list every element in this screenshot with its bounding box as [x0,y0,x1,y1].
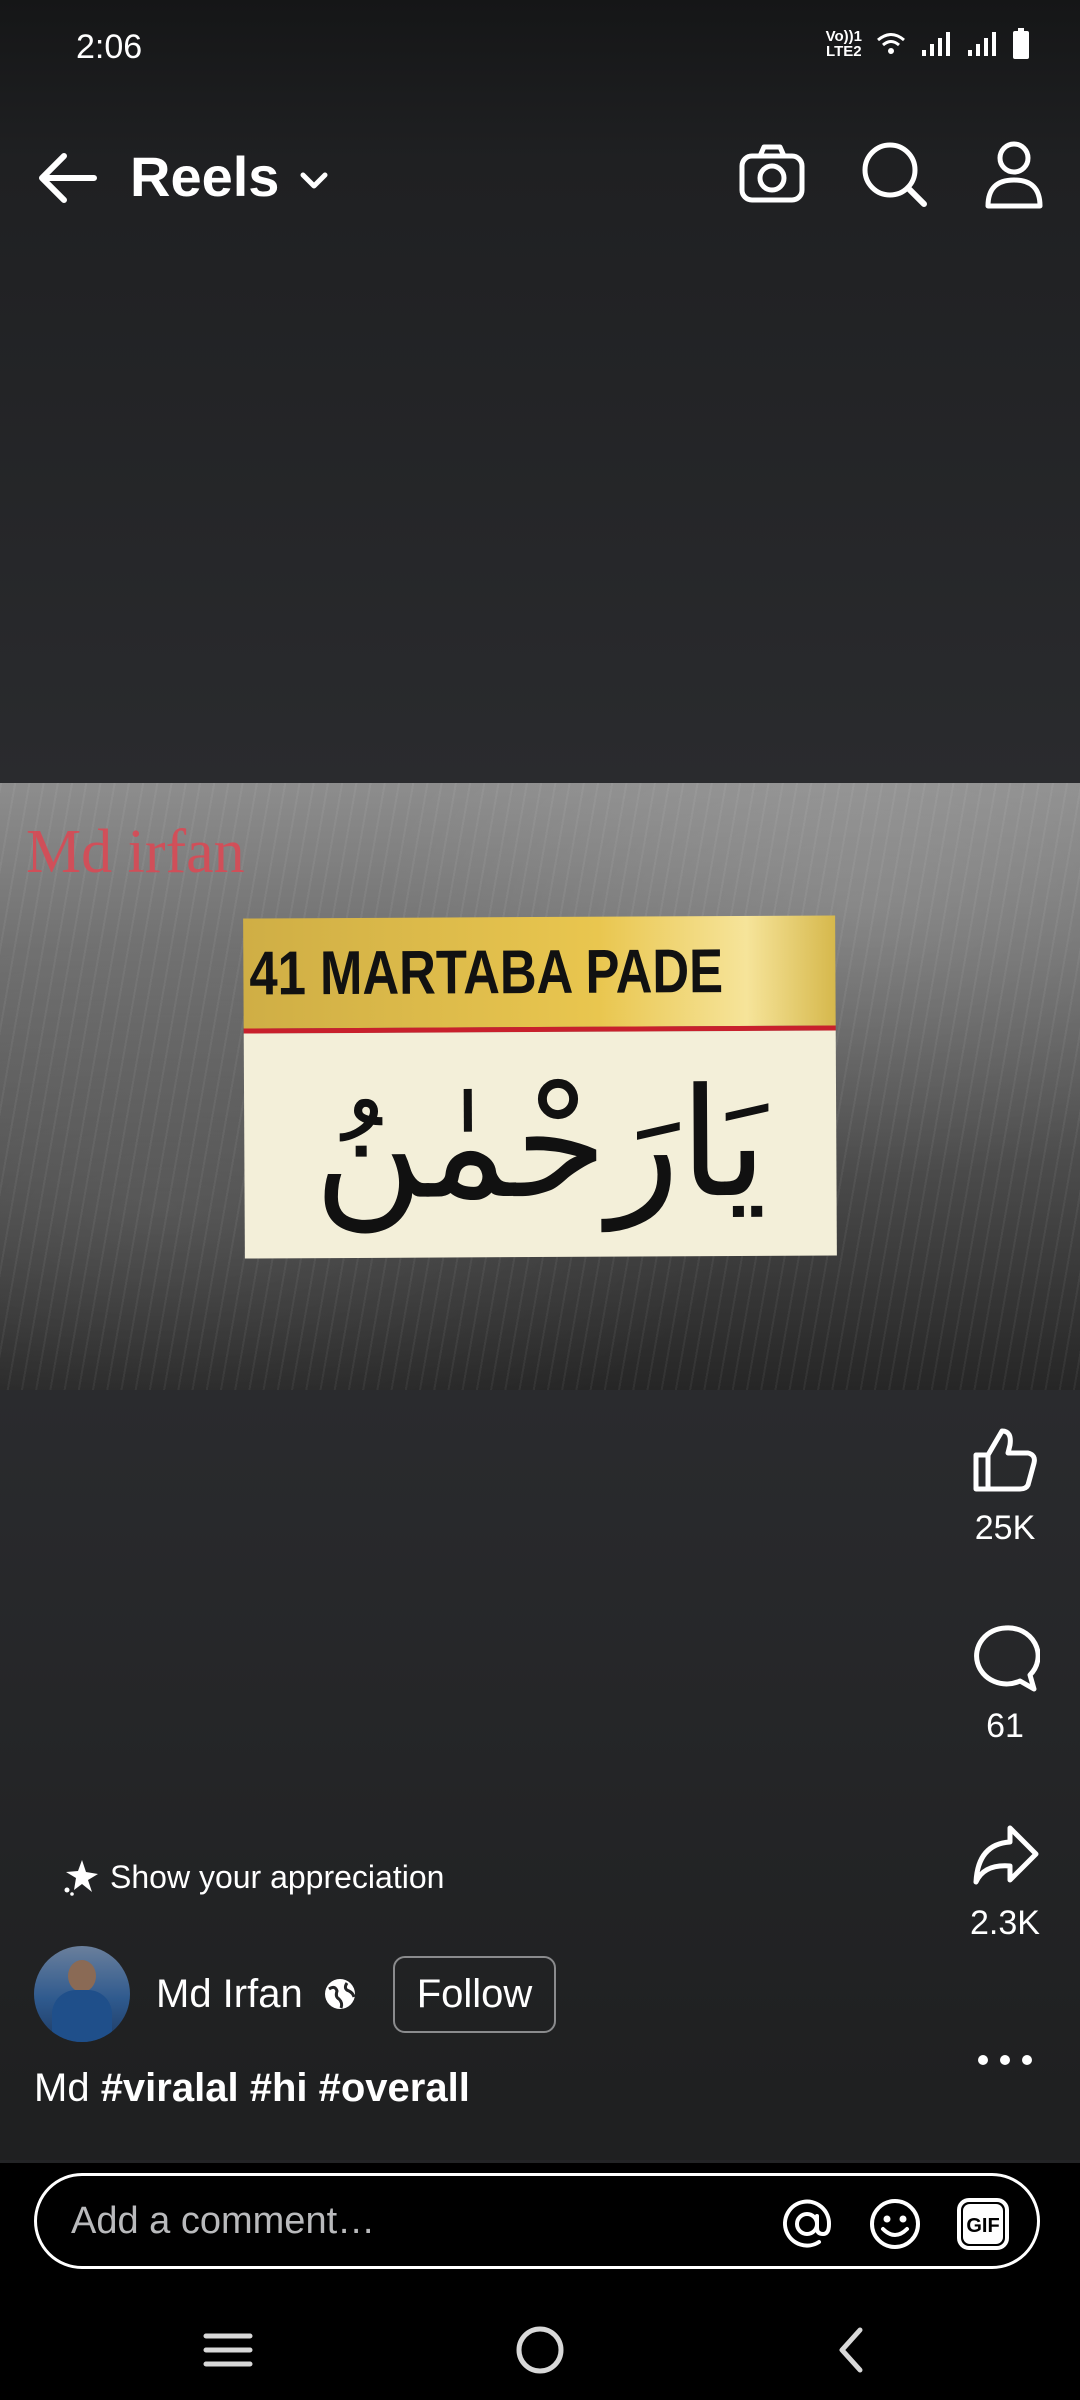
globe-icon [324,1979,356,2009]
appreciation-label: Show your appreciation [110,1858,445,1895]
author-row: Md Irfan Follow [34,1946,557,2042]
wifi-icon [877,33,905,54]
signal-icon-1 [922,32,950,56]
video-text-card: 41 MARTABA PADE يَارَحْمٰنُ [243,915,837,1259]
arabic-text: يَارَحْمٰنُ [313,1056,768,1233]
volte-line2: LTE2 [826,43,862,60]
chevron-down-icon [300,172,328,188]
back-arrow-icon[interactable] [36,150,100,206]
back-nav-icon[interactable] [822,2320,882,2380]
ellipsis-icon [978,2055,1032,2065]
author-name[interactable]: Md Irfan [156,1972,303,2017]
share-arrow-icon [973,1825,1039,1885]
sparkle-star-icon [64,1860,98,1896]
status-icons: Vo))1 LTE2 [826,28,1030,60]
hashtag[interactable]: #overall [319,2066,470,2110]
more-options[interactable] [930,2050,1080,2070]
hashtag[interactable]: #hi [250,2066,308,2110]
speech-bubble-icon [974,1625,1040,1692]
caption-prefix: Md [34,2066,101,2110]
search-icon[interactable] [854,134,934,214]
like-action[interactable]: 25K [930,1425,1080,1548]
comment-placeholder: Add a comment… [71,2200,376,2242]
share-action[interactable]: 2.3K [930,1820,1080,1943]
bottom-background [0,1390,1080,2160]
comment-action[interactable]: 61 [930,1623,1080,1746]
camera-icon[interactable] [732,134,812,214]
thumbs-up-icon [973,1428,1037,1492]
hashtag[interactable]: #viralal [101,2066,239,2110]
avatar[interactable] [34,1946,130,2042]
volte-line1: Vo))1 [825,28,862,45]
svg-text:GIF: GIF [966,2215,999,2237]
reels-title-dropdown[interactable]: Reels [130,144,331,209]
like-count: 25K [974,1509,1036,1547]
smiley-icon[interactable] [867,2196,923,2252]
system-nav-bar [0,2290,1080,2400]
reel-video[interactable]: Md irfan 41 MARTABA PADE يَارَحْمٰنُ [0,783,1080,1390]
comment-input[interactable]: Add a comment… GIF [34,2173,1040,2269]
gif-icon[interactable]: GIF [955,2196,1011,2252]
top-background [0,0,1080,783]
card-caption: 41 MARTABA PADE [249,936,724,1009]
video-watermark: Md irfan [26,818,245,886]
home-icon[interactable] [510,2320,570,2380]
status-time: 2:06 [76,28,143,66]
comment-count: 61 [986,1707,1024,1745]
card-header: 41 MARTABA PADE [243,915,836,1034]
status-bar: 2:06 Vo))1 LTE2 [0,0,1080,96]
recent-apps-icon[interactable] [198,2320,258,2380]
signal-icon-2 [968,32,996,56]
volte-indicator: Vo))1 LTE2 [826,29,862,59]
reels-header: Reels [0,130,1080,226]
show-appreciation[interactable]: Show your appreciation [62,1858,444,1896]
battery-icon [1013,28,1029,59]
card-body: يَارَحْمٰنُ [243,1030,837,1259]
post-caption: Md #viralal #hi #overall [34,2066,470,2111]
share-count: 2.3K [970,1904,1040,1942]
follow-button[interactable]: Follow [392,1955,557,2033]
at-sign-icon[interactable] [779,2196,835,2252]
page-title: Reels [130,145,280,208]
profile-icon[interactable] [974,134,1054,214]
